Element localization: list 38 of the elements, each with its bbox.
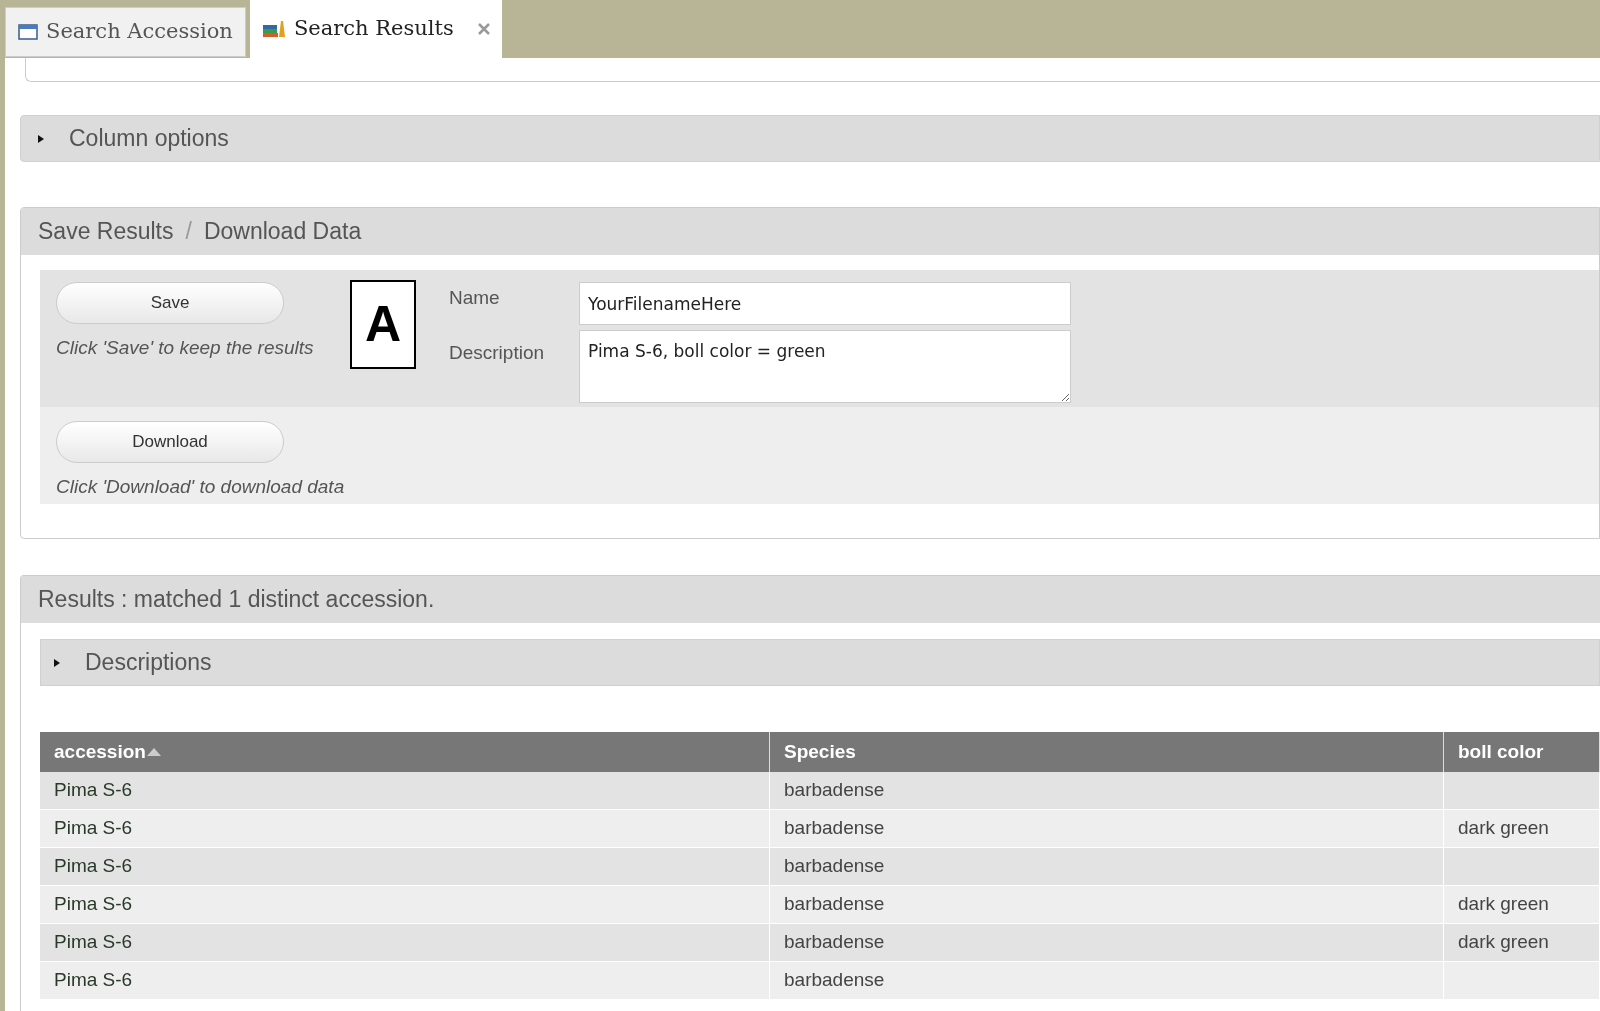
- books-icon: [261, 20, 286, 38]
- table-cell-text: Pima S-6: [54, 816, 133, 841]
- table-cell-text: barbadense: [784, 968, 885, 993]
- column-options-header[interactable]: Column options: [20, 115, 1600, 162]
- table-cell-text: Pima S-6: [54, 854, 133, 879]
- panel-title: Download Data: [203, 217, 362, 247]
- caret-right-icon: [37, 133, 45, 144]
- save-button[interactable]: Save: [56, 282, 284, 324]
- table-cell-text: barbadense: [784, 816, 885, 841]
- annotation-label: A: [350, 280, 416, 369]
- separator: /: [185, 217, 192, 247]
- table-cell-text: Pima S-6: [54, 930, 133, 955]
- description-field[interactable]: Pima S-6, boll color = green: [579, 330, 1071, 403]
- panel-title: Save Results: [38, 217, 174, 247]
- hint-text: Click 'Download' to download data: [56, 475, 346, 499]
- caret-right-icon: [53, 657, 61, 668]
- table-cell-text: Pima S-6: [54, 968, 133, 993]
- table-cell-text: Pima S-6: [54, 892, 133, 917]
- download-button[interactable]: Download: [56, 421, 284, 463]
- sort-ascending-icon: [145, 747, 162, 757]
- field-label: Name: [449, 286, 501, 310]
- table-cell-text: barbadense: [784, 930, 885, 955]
- descriptions-header[interactable]: Descriptions: [40, 639, 1600, 686]
- field-label: Description: [449, 340, 546, 365]
- hint-text: Click 'Save' to keep the results: [56, 336, 315, 360]
- table-cell-text: Pima S-6: [54, 778, 133, 803]
- tab[interactable]: Search Accession: [5, 7, 246, 57]
- results-title: Results : matched 1 distinct accession.: [38, 585, 435, 615]
- table-cell-text: barbadense: [784, 854, 885, 879]
- table-cell-text: barbadense: [784, 892, 885, 917]
- close-icon[interactable]: [477, 23, 490, 35]
- name-field[interactable]: YourFilenameHere: [579, 282, 1071, 325]
- table-cell-text: dark green: [1458, 930, 1549, 955]
- table-cell-text: dark green: [1458, 816, 1549, 841]
- tab[interactable]: Search Results: [249, 0, 502, 58]
- table-cell-text: dark green: [1458, 892, 1549, 917]
- table-cell-text: barbadense: [784, 778, 885, 803]
- window-icon: [18, 24, 38, 40]
